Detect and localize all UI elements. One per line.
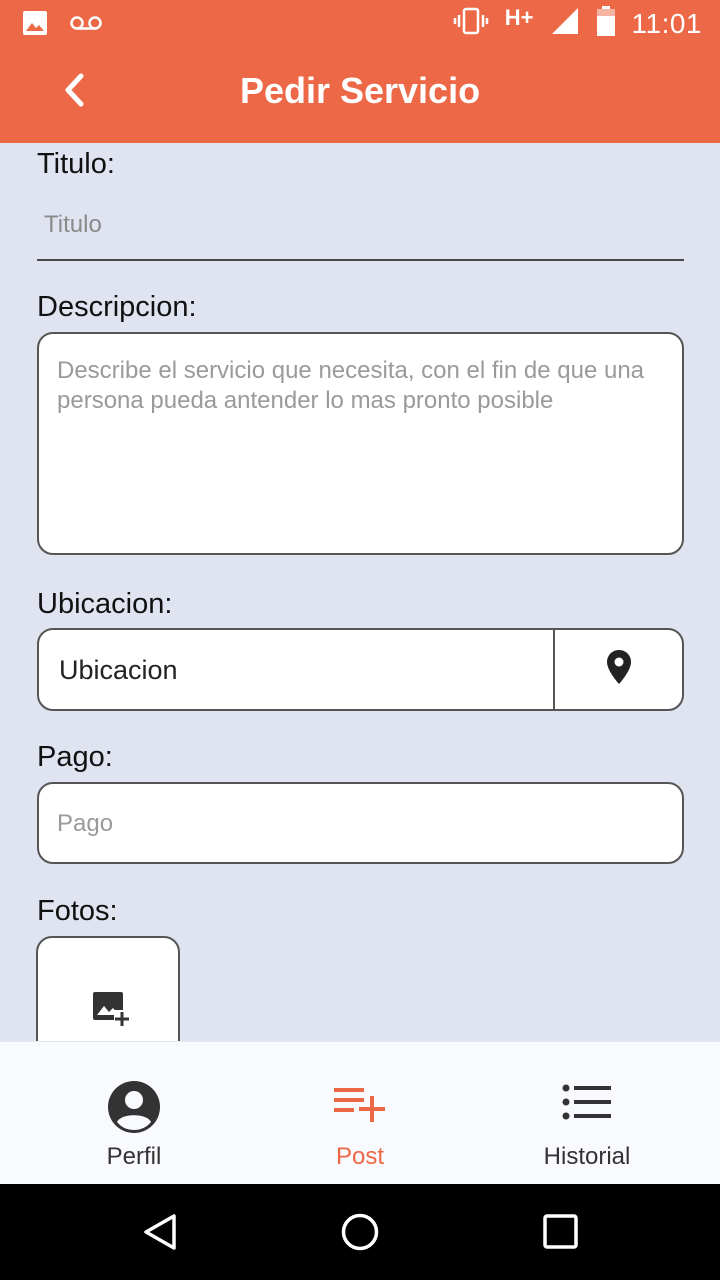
network-type: H+ bbox=[504, 4, 534, 30]
descripcion-textarea[interactable]: Describe el servicio que necesita, con e… bbox=[37, 332, 684, 555]
image-icon bbox=[22, 10, 48, 41]
location-button[interactable] bbox=[553, 628, 684, 711]
nav-item-historial[interactable]: Historial bbox=[467, 1042, 707, 1184]
page-title: Pedir Servicio bbox=[239, 70, 481, 111]
signal-icon bbox=[550, 6, 580, 41]
fotos-label: Fotos: bbox=[37, 895, 118, 927]
recents-square-icon[interactable] bbox=[541, 1212, 581, 1252]
add-photo-button[interactable] bbox=[36, 936, 180, 1042]
ubicacion-field[interactable]: Ubicacion bbox=[37, 628, 555, 711]
location-pin-icon bbox=[606, 649, 632, 690]
nav-label-historial: Historial bbox=[543, 1143, 631, 1170]
list-icon bbox=[561, 1080, 613, 1129]
pago-input[interactable]: Pago bbox=[37, 782, 684, 864]
ubicacion-label: Ubicacion: bbox=[37, 588, 173, 620]
bottom-navigation: Perfil Post Historial bbox=[0, 1042, 720, 1184]
titulo-input[interactable]: Titulo bbox=[37, 203, 684, 261]
app-bar: Pedir Servicio bbox=[0, 48, 720, 143]
titulo-label: Titulo: bbox=[37, 148, 115, 180]
back-triangle-icon[interactable] bbox=[140, 1212, 180, 1252]
pago-placeholder: Pago bbox=[57, 810, 114, 837]
nav-label-post: Post bbox=[335, 1143, 385, 1170]
voicemail-icon bbox=[70, 14, 102, 37]
battery-icon bbox=[596, 6, 616, 41]
titulo-placeholder: Titulo bbox=[44, 211, 102, 238]
descripcion-placeholder: Describe el servicio que necesita, con e… bbox=[57, 357, 645, 414]
descripcion-label: Descripcion: bbox=[37, 291, 197, 323]
nav-label-perfil: Perfil bbox=[106, 1143, 162, 1170]
pago-label: Pago: bbox=[37, 741, 113, 773]
ubicacion-value: Ubicacion bbox=[59, 655, 178, 685]
account-circle-icon bbox=[107, 1080, 161, 1139]
vibrate-icon bbox=[453, 7, 489, 40]
home-circle-icon[interactable] bbox=[340, 1212, 380, 1252]
nav-item-post[interactable]: Post bbox=[240, 1042, 480, 1184]
clock: 11:01 bbox=[631, 7, 702, 39]
ubicacion-row: Ubicacion bbox=[37, 628, 684, 711]
add-photo-icon bbox=[92, 990, 130, 1033]
nav-item-perfil[interactable]: Perfil bbox=[14, 1042, 254, 1184]
playlist-add-icon bbox=[332, 1080, 388, 1129]
form-content[interactable]: Titulo: Titulo Descripcion: Describe el … bbox=[0, 143, 720, 1042]
system-navigation-bar bbox=[0, 1184, 720, 1280]
status-bar: H+ 11:01 bbox=[0, 0, 720, 48]
